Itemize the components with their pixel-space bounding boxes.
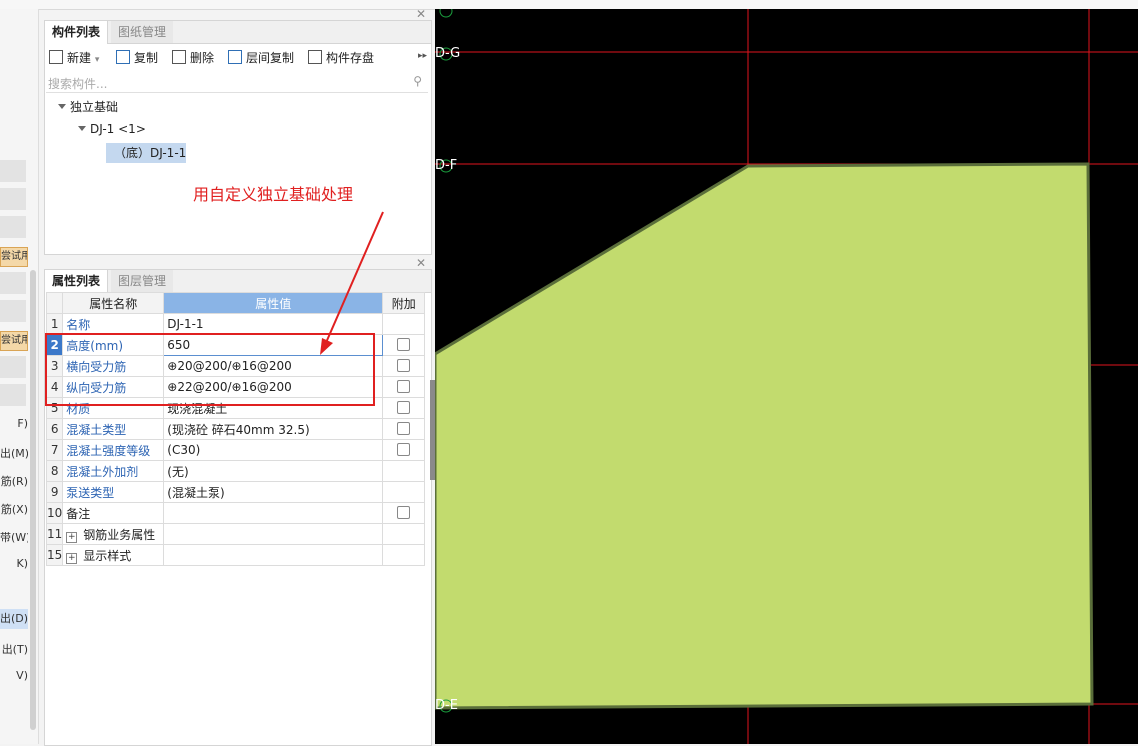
- arrow-head: [320, 338, 333, 355]
- arrow-line: [324, 211, 384, 346]
- annotation-arrow: [320, 211, 384, 355]
